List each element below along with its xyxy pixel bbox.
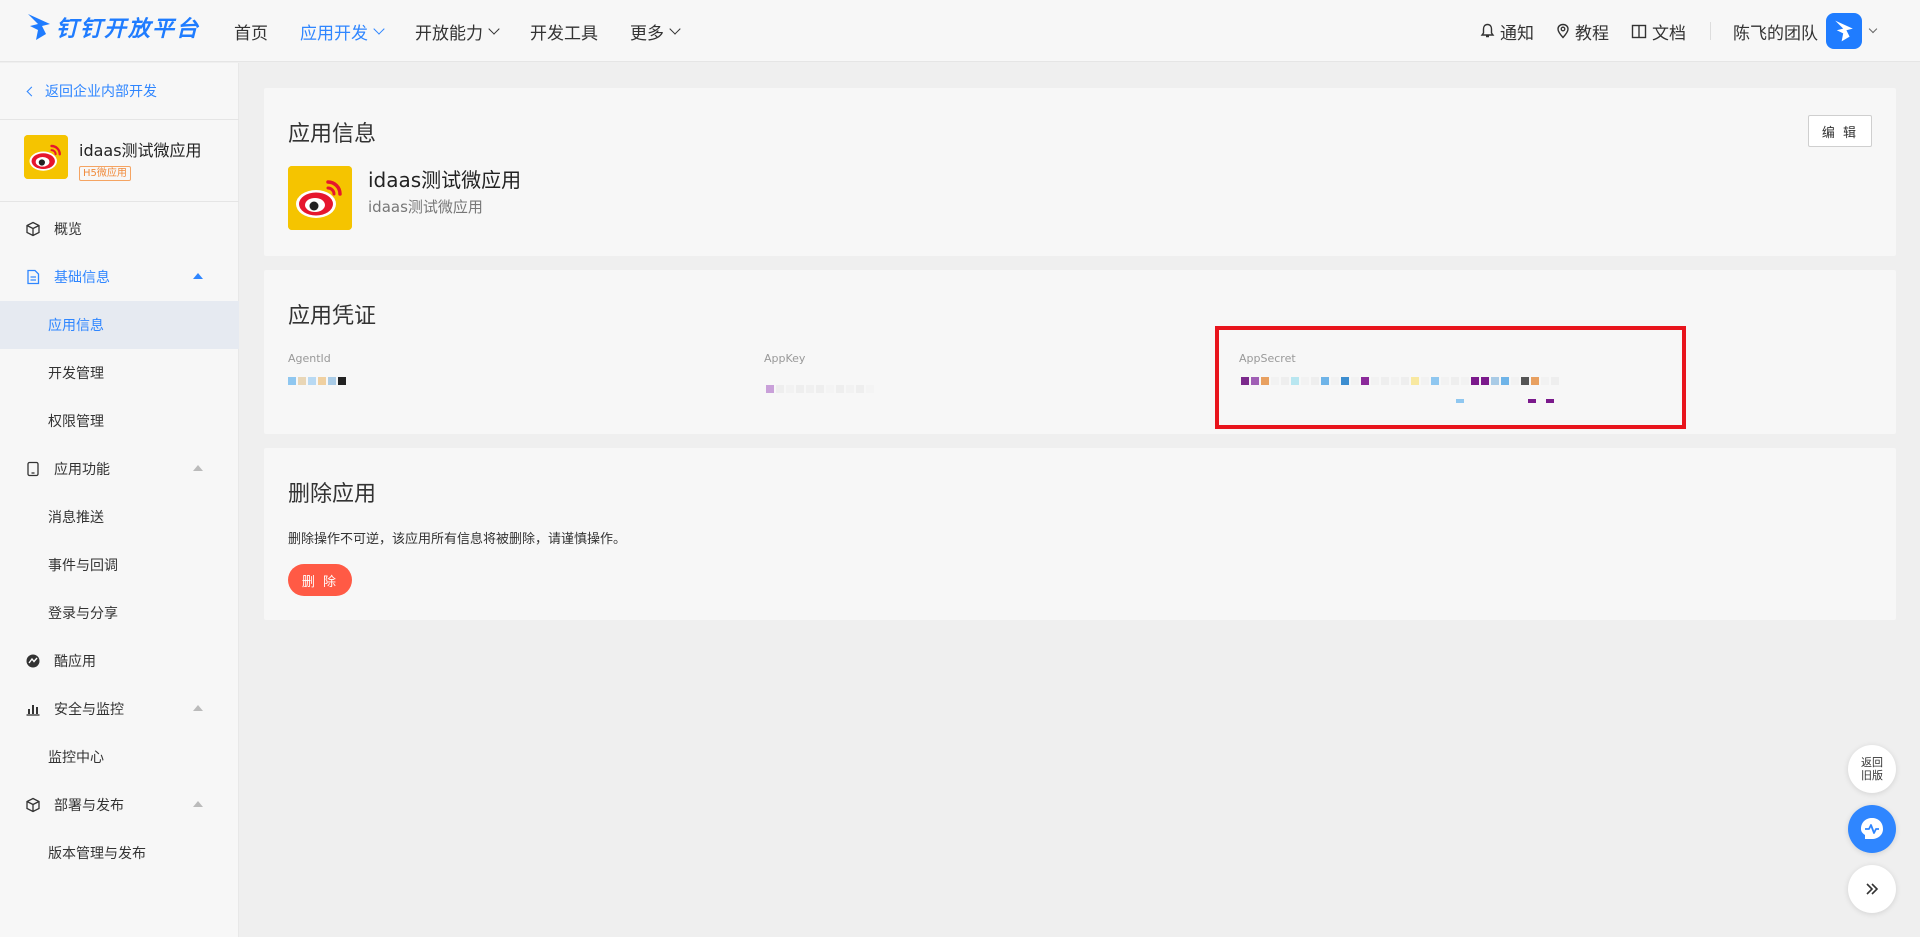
- sidebar-item-permissions[interactable]: 权限管理: [0, 397, 239, 445]
- collapse-caret-icon[interactable]: [193, 801, 203, 807]
- app-info-title: 应用信息: [288, 122, 377, 147]
- divider: [1710, 22, 1711, 40]
- sidebar-item-basic-info[interactable]: 基础信息: [0, 253, 239, 301]
- chevron-down-icon: [488, 22, 500, 35]
- delete-app-card: 删除应用 删除操作不可逆，该应用所有信息将被删除，请谨慎操作。 删 除: [264, 448, 1896, 620]
- credentials-title: 应用凭证: [288, 304, 377, 329]
- sidebar-item-overview[interactable]: 概览: [0, 205, 239, 253]
- double-chevron-right-icon: [1866, 883, 1879, 895]
- assistant-icon: [1861, 818, 1883, 839]
- sidebar-menu: 概览 基础信息 应用信息 开发管理 权限管理 应用功能 消息推送 事件与回调 登…: [0, 205, 239, 877]
- main-nav: 首页 应用开发 开放能力 开发工具 更多: [234, 0, 711, 62]
- assistant-button[interactable]: [1848, 805, 1896, 853]
- app-type-tag: H5微应用: [79, 166, 131, 181]
- sidebar-item-login-share[interactable]: 登录与分享: [0, 589, 239, 637]
- chevron-down-icon: [373, 22, 385, 35]
- sidebar-item-version-release[interactable]: 版本管理与发布: [0, 829, 239, 877]
- top-right-actions: 通知 教程 文档 陈飞的团队: [1458, 0, 1878, 62]
- nav-more[interactable]: 更多: [630, 19, 681, 44]
- divider: [0, 201, 239, 202]
- docs-link[interactable]: 文档: [1631, 19, 1686, 44]
- app-secret-highlight-box: [1215, 326, 1686, 429]
- edit-button[interactable]: 编 辑: [1808, 115, 1872, 147]
- weibo-app-icon: [24, 135, 68, 179]
- bell-icon: [1480, 23, 1495, 38]
- dingtalk-logo-icon: [28, 14, 50, 40]
- avatar: [1826, 13, 1862, 49]
- location-pin-icon: [1557, 23, 1569, 39]
- sidebar-item-dev-management[interactable]: 开发管理: [0, 349, 239, 397]
- sidebar-app-name: idaas测试微应用: [79, 141, 202, 160]
- app-description: idaas测试微应用: [368, 198, 483, 216]
- brand-name: 钉钉开放平台: [56, 17, 201, 42]
- sidebar-item-security-monitoring[interactable]: 安全与监控: [0, 685, 239, 733]
- cube-icon: [24, 220, 42, 238]
- sidebar-item-app-features[interactable]: 应用功能: [0, 445, 239, 493]
- brand-logo[interactable]: 钉钉开放平台: [26, 11, 200, 43]
- collapse-caret-icon[interactable]: [193, 705, 203, 711]
- delete-button[interactable]: 删 除: [288, 564, 352, 596]
- app-key-label: AppKey: [764, 352, 806, 365]
- collapse-caret-icon[interactable]: [193, 465, 203, 471]
- sidebar-item-deploy-release[interactable]: 部署与发布: [0, 781, 239, 829]
- collapse-panel-button[interactable]: [1848, 865, 1896, 913]
- agent-id-value-masked: [288, 375, 346, 387]
- cube-icon: [24, 796, 42, 814]
- cool-app-icon: [24, 652, 42, 670]
- nav-home[interactable]: 首页: [234, 19, 268, 44]
- sidebar-item-message-push[interactable]: 消息推送: [0, 493, 239, 541]
- nav-dev-tools[interactable]: 开发工具: [530, 19, 598, 44]
- delete-title: 删除应用: [288, 482, 377, 507]
- back-to-internal-dev-link[interactable]: 返回企业内部开发: [26, 81, 157, 101]
- tutorial-link[interactable]: 教程: [1556, 19, 1609, 44]
- sidebar-item-app-info[interactable]: 应用信息: [0, 301, 239, 349]
- top-bar: 钉钉开放平台 首页 应用开发 开放能力 开发工具 更多 通知 教程 文档 陈飞的…: [0, 0, 1920, 62]
- notify-link[interactable]: 通知: [1480, 19, 1534, 44]
- phone-icon: [24, 460, 42, 478]
- chevron-down-icon: [1868, 24, 1878, 34]
- agent-id-label: AgentId: [288, 352, 331, 365]
- weibo-app-icon: [288, 166, 352, 230]
- sidebar-item-events-callbacks[interactable]: 事件与回调: [0, 541, 239, 589]
- nav-open-capabilities[interactable]: 开放能力: [415, 19, 500, 44]
- divider: [0, 119, 239, 120]
- dingtalk-logo-icon: [1835, 20, 1853, 42]
- back-to-old-version-button[interactable]: 返回旧版: [1848, 745, 1896, 793]
- app-info-card: 应用信息 编 辑 idaas测试微应用 idaas测试微应用: [264, 88, 1896, 256]
- team-switcher[interactable]: 陈飞的团队: [1733, 13, 1878, 49]
- chevron-left-icon: [26, 86, 37, 96]
- sidebar-app-header: idaas测试微应用 H5微应用: [24, 135, 202, 181]
- sidebar: 返回企业内部开发 idaas测试微应用 H5微应用 概览 基础信息 应用信息 开…: [0, 63, 239, 937]
- collapse-caret-icon[interactable]: [193, 273, 203, 279]
- book-icon: [1631, 24, 1647, 38]
- nav-app-development[interactable]: 应用开发: [300, 19, 385, 44]
- app-name: idaas测试微应用: [368, 168, 522, 192]
- sidebar-item-cool-app[interactable]: 酷应用: [0, 637, 239, 685]
- document-icon: [24, 268, 42, 286]
- sidebar-item-monitoring-center[interactable]: 监控中心: [0, 733, 239, 781]
- app-key-value-masked: [766, 383, 874, 395]
- chevron-down-icon: [669, 22, 681, 35]
- delete-warning: 删除操作不可逆，该应用所有信息将被删除，请谨慎操作。: [288, 532, 627, 547]
- bar-chart-icon: [24, 700, 42, 718]
